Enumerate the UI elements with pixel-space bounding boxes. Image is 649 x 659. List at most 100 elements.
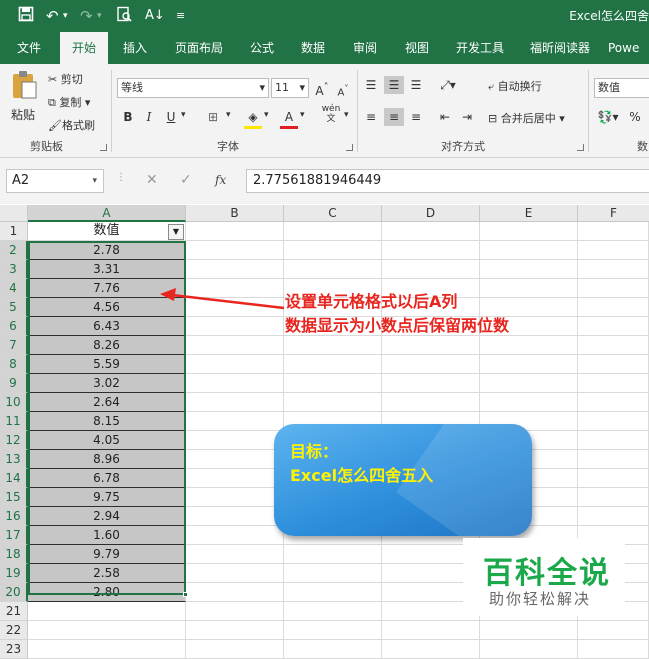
fill-handle[interactable] bbox=[183, 592, 188, 597]
font-color-dropdown-icon[interactable]: ▾ bbox=[300, 110, 305, 120]
empty-cell[interactable] bbox=[578, 355, 649, 374]
value-cell[interactable]: 6.78 bbox=[28, 469, 186, 488]
italic-button[interactable]: I bbox=[141, 108, 157, 126]
tab-foxit-reader[interactable]: 福昕阅读器 bbox=[522, 32, 598, 64]
empty-cell[interactable] bbox=[578, 241, 649, 260]
empty-cell[interactable] bbox=[186, 241, 284, 260]
row-header[interactable]: 11 bbox=[0, 412, 28, 431]
row-header[interactable]: 21 bbox=[0, 602, 28, 621]
empty-cell[interactable] bbox=[284, 260, 382, 279]
fill-dropdown-icon[interactable]: ▾ bbox=[264, 110, 269, 120]
empty-cell[interactable] bbox=[578, 260, 649, 279]
row-header[interactable]: 20 bbox=[0, 583, 28, 602]
row-header[interactable]: 13 bbox=[0, 450, 28, 469]
empty-cell[interactable] bbox=[186, 545, 284, 564]
value-cell[interactable]: 8.26 bbox=[28, 336, 186, 355]
redo-dropdown-icon[interactable]: ▾ bbox=[97, 6, 102, 26]
border-icon[interactable]: ⊞ bbox=[204, 108, 222, 126]
empty-cell[interactable] bbox=[284, 222, 382, 241]
header-cell[interactable]: 数值 bbox=[28, 222, 186, 241]
row-header[interactable]: 22 bbox=[0, 621, 28, 640]
value-cell[interactable]: 2.78 bbox=[28, 241, 186, 260]
name-box[interactable]: A2 ▾ bbox=[6, 169, 104, 193]
wrap-text-button[interactable]: ⤶ 自动换行 bbox=[488, 78, 542, 94]
undo-icon[interactable]: ↶ bbox=[46, 6, 59, 26]
empty-cell[interactable] bbox=[480, 336, 578, 355]
empty-cell[interactable] bbox=[578, 336, 649, 355]
empty-cell[interactable] bbox=[578, 450, 649, 469]
empty-cell[interactable] bbox=[382, 241, 480, 260]
empty-cell[interactable] bbox=[578, 393, 649, 412]
formula-input[interactable]: 2.77561881946449 bbox=[246, 169, 649, 193]
paste-icon[interactable] bbox=[10, 70, 38, 100]
save-icon[interactable] bbox=[18, 6, 34, 26]
empty-cell[interactable] bbox=[480, 621, 578, 640]
empty-cell[interactable] bbox=[284, 393, 382, 412]
empty-cell[interactable] bbox=[480, 260, 578, 279]
value-cell[interactable]: 5.59 bbox=[28, 355, 186, 374]
phonetic-dropdown-icon[interactable]: ▾ bbox=[344, 110, 349, 120]
value-cell[interactable]: 9.75 bbox=[28, 488, 186, 507]
empty-cell[interactable] bbox=[284, 583, 382, 602]
empty-cell[interactable] bbox=[186, 374, 284, 393]
tab-view[interactable]: 视图 bbox=[396, 32, 438, 64]
empty-cell[interactable] bbox=[186, 222, 284, 241]
empty-cell[interactable] bbox=[186, 431, 284, 450]
row-header[interactable]: 14 bbox=[0, 469, 28, 488]
font-color-icon[interactable]: A bbox=[280, 108, 298, 129]
value-cell[interactable]: 3.02 bbox=[28, 374, 186, 393]
increase-indent-icon[interactable]: ⇥ bbox=[458, 108, 476, 126]
column-header-f[interactable]: F bbox=[578, 205, 649, 222]
align-middle-icon[interactable]: ☰ bbox=[384, 76, 404, 94]
empty-cell[interactable] bbox=[480, 374, 578, 393]
currency-icon[interactable]: 💱▾ bbox=[596, 108, 620, 126]
empty-cell[interactable] bbox=[186, 640, 284, 659]
filter-dropdown-icon[interactable]: ▼ bbox=[168, 224, 184, 240]
empty-cell[interactable] bbox=[578, 488, 649, 507]
row-header[interactable]: 19 bbox=[0, 564, 28, 583]
row-header[interactable]: 15 bbox=[0, 488, 28, 507]
font-size-select[interactable]: 11 ▾ bbox=[271, 78, 309, 98]
cut-button[interactable]: ✂ 剪切 bbox=[48, 71, 83, 87]
tab-formulas[interactable]: 公式 bbox=[242, 32, 282, 64]
empty-cell[interactable] bbox=[480, 241, 578, 260]
empty-cell[interactable] bbox=[186, 488, 284, 507]
empty-cell[interactable] bbox=[480, 355, 578, 374]
empty-cell[interactable] bbox=[578, 317, 649, 336]
value-cell[interactable]: 9.79 bbox=[28, 545, 186, 564]
percent-button[interactable]: % bbox=[628, 108, 642, 126]
empty-cell[interactable] bbox=[382, 260, 480, 279]
column-header-a[interactable]: A bbox=[28, 205, 186, 222]
decrease-indent-icon[interactable]: ⇤ bbox=[436, 108, 454, 126]
empty-cell[interactable] bbox=[382, 393, 480, 412]
empty-cell[interactable] bbox=[28, 621, 186, 640]
empty-cell[interactable] bbox=[186, 393, 284, 412]
empty-cell[interactable] bbox=[382, 374, 480, 393]
tab-file[interactable]: 文件 bbox=[8, 32, 50, 64]
align-top-icon[interactable]: ☰ bbox=[362, 76, 380, 94]
phonetic-icon[interactable]: wén 文 bbox=[320, 104, 342, 124]
empty-cell[interactable] bbox=[186, 450, 284, 469]
empty-cell[interactable] bbox=[284, 241, 382, 260]
tab-page-layout[interactable]: 页面布局 bbox=[166, 32, 232, 64]
empty-cell[interactable] bbox=[186, 260, 284, 279]
decrease-font-icon[interactable]: A˅ bbox=[335, 79, 351, 102]
column-header-c[interactable]: C bbox=[284, 205, 382, 222]
underline-dropdown-icon[interactable]: ▾ bbox=[181, 110, 186, 120]
empty-cell[interactable] bbox=[578, 298, 649, 317]
empty-cell[interactable] bbox=[186, 507, 284, 526]
row-header[interactable]: 8 bbox=[0, 355, 28, 374]
empty-cell[interactable] bbox=[578, 640, 649, 659]
row-header[interactable]: 4 bbox=[0, 279, 28, 298]
print-preview-icon[interactable] bbox=[116, 6, 132, 26]
row-header[interactable]: 12 bbox=[0, 431, 28, 450]
empty-cell[interactable] bbox=[186, 602, 284, 621]
row-header[interactable]: 17 bbox=[0, 526, 28, 545]
column-header-b[interactable]: B bbox=[186, 205, 284, 222]
copy-button[interactable]: ⧉ 复制 ▾ bbox=[48, 94, 90, 110]
row-header[interactable]: 3 bbox=[0, 260, 28, 279]
empty-cell[interactable] bbox=[382, 621, 480, 640]
cancel-icon[interactable]: ✕ bbox=[146, 172, 158, 188]
empty-cell[interactable] bbox=[382, 640, 480, 659]
empty-cell[interactable] bbox=[578, 279, 649, 298]
